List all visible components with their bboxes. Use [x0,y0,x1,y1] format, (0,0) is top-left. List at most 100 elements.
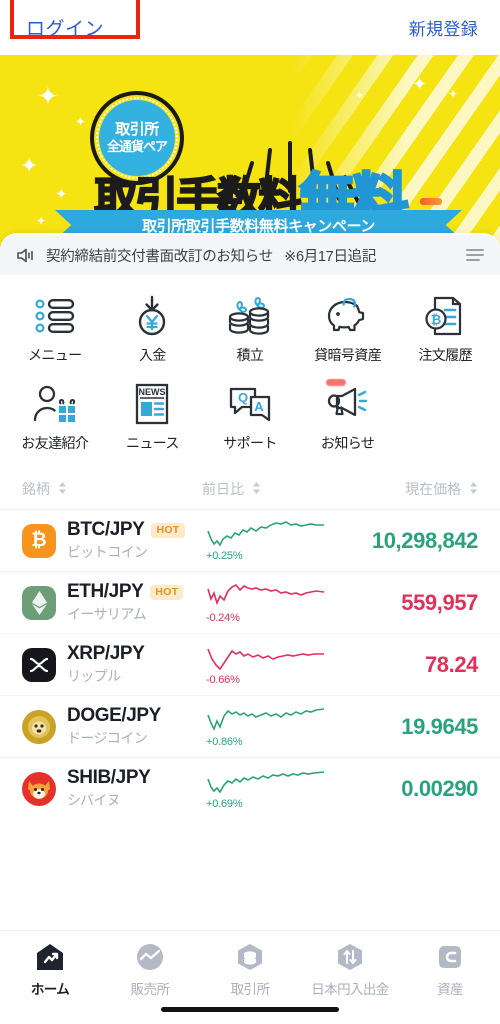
shortcut-label: サポート [223,435,277,451]
app-screen: ログイン 新規登録 ✦ ✦ ✦ ✦ ✦ ✦ ✦ ✦ 取引所 全通貨ペア 取引手数… [0,0,500,1024]
campaign-banner[interactable]: ✦ ✦ ✦ ✦ ✦ ✦ ✦ ✦ 取引所 全通貨ペア 取引手数料無料 取引所取引手… [0,55,500,248]
tab-sales-office[interactable]: 販売所 [100,943,200,998]
shortcut-refer-friend[interactable]: お友達紹介 [6,377,104,459]
market-table-header: 銘柄 前日比 現在価格 [0,465,500,509]
pair-jp-name: イーサリアム [67,606,147,622]
row-symbol: XRP/JPY リップル [22,643,202,686]
notification-suffix: ※6月17日追記 [284,248,377,265]
shortcut-grid: メニュー 入金 積立 貸暗号資産 ₿ 注文履歴 お友達紹介 NEWS ニュース … [0,275,500,465]
sort-icon [470,482,477,494]
sparkline-chart [207,708,325,731]
order-history-icon: ₿ [424,293,466,339]
change-percent: +0.69% [206,798,243,810]
home-indicator [161,1007,339,1012]
sparkle-icon: ✦ [412,74,428,94]
table-row[interactable]: ₿ BTC/JPY HOT ビットコイン +0.25% 10,298,842 [0,509,500,571]
refer-friend-icon [33,381,77,427]
sales-office-icon [137,944,163,970]
shortcut-label: 積立 [236,347,264,363]
change-percent: +0.86% [206,736,243,748]
news-icon: NEWS [133,381,171,427]
deposit-yen-icon [134,293,170,339]
column-header-change[interactable]: 前日比 [202,479,358,499]
row-symbol: SHIB/JPY シバイヌ [22,767,202,810]
shortcut-label: お知らせ [320,435,375,451]
table-row[interactable]: SHIB/JPY シバイヌ +0.69% 0.00290 [0,757,500,819]
pair-label: ETH/JPY [67,581,144,602]
shortcut-announcements[interactable]: お知らせ [299,377,397,459]
ethereum-icon [22,585,56,620]
tab-label: 取引所 [230,982,270,997]
shortcut-deposit[interactable]: 入金 [104,289,202,371]
shortcut-savings[interactable]: 積立 [201,289,299,371]
shibainu-icon [22,771,56,806]
change-percent: -0.24% [206,612,240,624]
shortcut-order-history[interactable]: ₿ 注文履歴 [396,289,494,371]
notification-badge [325,379,346,386]
column-header-price[interactable]: 現在価格 [358,479,478,499]
notification-text-wrap: 契約締結前交付書面改訂のお知らせ ※6月17日追記 [46,245,456,266]
svg-text:A: A [254,399,264,414]
row-symbol: ETH/JPY HOT イーサリアム [22,581,202,624]
shortcut-label: メニュー [27,347,82,363]
savings-coins-icon [227,293,273,339]
top-header: ログイン 新規登録 [0,0,500,55]
dogecoin-icon [22,709,56,744]
badge-line2: 全通貨ペア [106,139,168,155]
pair-label: XRP/JPY [67,643,145,664]
pair-label: BTC/JPY [67,519,145,540]
pair-jp-name: シバイヌ [67,792,121,808]
notification-bar[interactable]: 契約締結前交付書面改訂のお知らせ ※6月17日追記 [0,235,500,275]
row-price: 10,298,842 [371,527,479,553]
pair-jp-name: ドージコイン [67,730,148,746]
support-qa-icon: Q A [228,381,272,427]
tab-jpy-transfer[interactable]: 日本円入出金 [300,943,400,998]
piggy-bank-icon [324,293,372,339]
table-row[interactable]: ETH/JPY HOT イーサリアム -0.24% 559,957 [0,571,500,633]
login-area: ログイン [10,0,140,51]
shortcut-label: お友達紹介 [21,435,89,451]
jpy-transfer-icon [338,944,362,970]
shortcut-label: ニュース [125,435,180,451]
list-icon[interactable] [466,248,484,262]
shortcut-support[interactable]: Q A サポート [201,377,299,459]
shortcut-news[interactable]: NEWS ニュース [104,377,202,459]
svg-text:Q: Q [238,390,248,405]
tab-label: 販売所 [130,982,170,997]
sparkline-chart [207,771,325,794]
shortcut-empty [396,377,494,459]
shortcut-label: 入金 [138,347,166,363]
row-symbol: DOGE/JPY ドージコイン [22,705,202,748]
sparkline-chart [207,648,324,671]
bitcoin-icon: ₿ [22,523,56,558]
column-label: 前日比 [202,481,244,497]
table-row[interactable]: DOGE/JPY ドージコイン +0.86% 19.9645 [0,695,500,757]
menu-list-icon [34,293,76,339]
row-price: 559,957 [401,589,478,615]
tab-label: 日本円入出金 [311,982,389,997]
sort-icon [252,482,260,494]
shortcut-lending[interactable]: 貸暗号資産 [299,289,397,371]
shortcut-menu[interactable]: メニュー [6,289,104,371]
tab-label: 資産 [437,982,463,997]
row-sparkline: +0.69% [202,767,348,810]
column-header-symbol[interactable]: 銘柄 [22,479,202,499]
row-price: 78.24 [424,651,478,677]
tab-assets[interactable]: 資産 [400,943,500,998]
sparkle-icon: ✦ [37,81,59,111]
sort-icon [58,482,66,494]
signup-button[interactable]: 新規登録 [409,15,478,40]
row-symbol-text: DOGE/JPY ドージコイン [67,705,161,748]
tab-home[interactable]: ホーム [0,943,100,998]
row-symbol-text: BTC/JPY HOT ビットコイン [67,519,185,562]
row-symbol: ₿ BTC/JPY HOT ビットコイン [22,519,202,562]
row-symbol-text: ETH/JPY HOT イーサリアム [67,581,184,624]
svg-text:₿: ₿ [431,312,442,327]
table-row[interactable]: XRP/JPY リップル -0.66% 78.24 [0,633,500,695]
assets-icon [439,946,461,968]
login-button[interactable]: ログイン [22,4,118,51]
column-label: 銘柄 [22,481,50,497]
pair-label: SHIB/JPY [67,767,151,788]
pair-label: DOGE/JPY [67,705,161,726]
tab-exchange[interactable]: 取引所 [200,943,300,998]
